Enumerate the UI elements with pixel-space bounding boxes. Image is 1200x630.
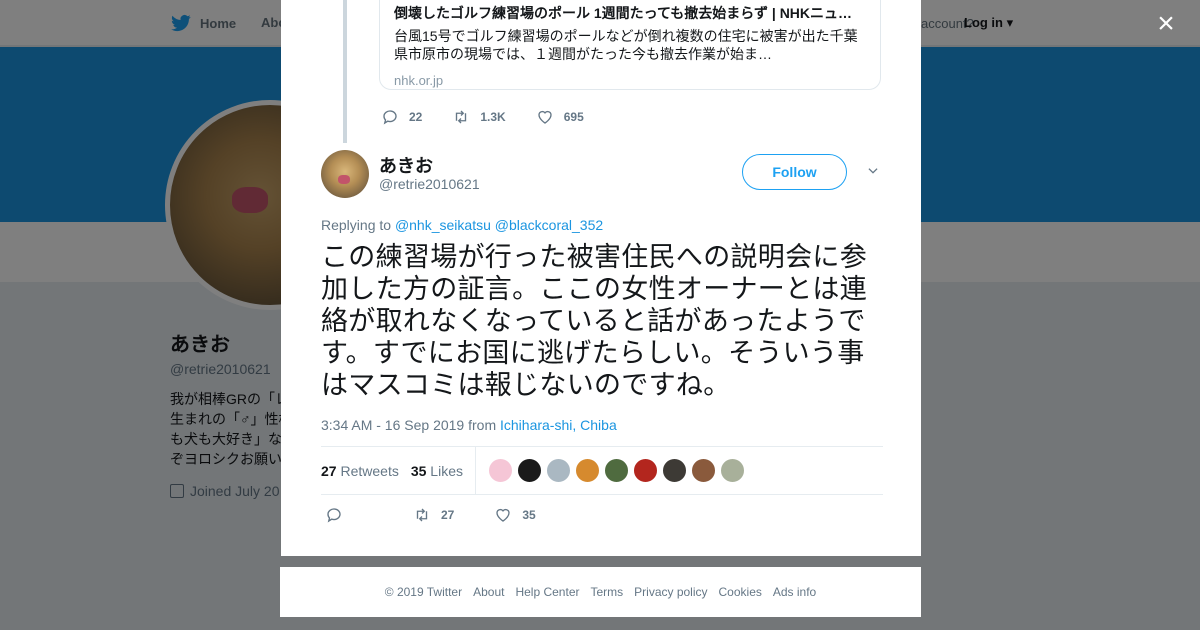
author-name[interactable]: あきお: [379, 152, 433, 178]
like-count: 35: [522, 508, 536, 522]
like-action[interactable]: 35: [494, 506, 536, 524]
liker-avatar[interactable]: [719, 458, 745, 483]
liker-avatar[interactable]: [661, 458, 687, 483]
liker-avatar[interactable]: [574, 458, 600, 483]
liker-avatar[interactable]: [632, 458, 658, 483]
link-preview-card[interactable]: 倒壊したゴルフ練習場のポール 1週間たっても撤去始まらず | NHKニュ… 台風…: [379, 0, 881, 90]
heart-icon: [538, 110, 552, 124]
location-link[interactable]: Ichihara-shi, Chiba: [500, 417, 617, 433]
liker-avatar[interactable]: [487, 458, 513, 483]
chevron-down-icon[interactable]: [866, 164, 880, 178]
liker-avatar[interactable]: [516, 458, 542, 483]
tweet-meta: 3:34 AM - 16 Sep 2019 from Ichihara-shi,…: [321, 417, 617, 433]
reply-icon: [383, 110, 397, 125]
tweet-text: この練習場が行った被害住民への説明会に参加した方の証言。ここの女性オーナーとは連…: [321, 242, 867, 400]
author-avatar[interactable]: [321, 150, 369, 198]
tweet-stats: 27 Retweets 35 Likes: [321, 446, 883, 495]
liker-avatar[interactable]: [690, 458, 716, 483]
liker-avatar[interactable]: [545, 458, 571, 483]
retweet-action[interactable]: 1.3K: [452, 108, 506, 126]
footer-ads-info[interactable]: Ads info: [773, 585, 816, 599]
likes-stat[interactable]: 35 Likes: [411, 463, 463, 479]
mention-link[interactable]: @nhk_seikatsu: [395, 217, 491, 233]
replying-prefix: Replying to: [321, 217, 392, 233]
heart-icon: [496, 508, 511, 522]
mention-link[interactable]: @blackcoral_352: [495, 217, 603, 233]
tweet-actions: 27 35: [325, 506, 576, 524]
parent-tweet-actions: 22 1.3K 695: [381, 108, 614, 126]
retweets-stat[interactable]: 27 Retweets: [321, 463, 399, 479]
retweets-count: 27: [321, 462, 337, 479]
likes-count: 35: [410, 462, 427, 479]
card-description: 台風15号でゴルフ練習場のポールなどが倒れ複数の住宅に被害が出た千葉県市原市の現…: [394, 28, 858, 62]
retweet-action[interactable]: 27: [413, 506, 454, 524]
reply-action[interactable]: [325, 506, 343, 524]
thread-connector: [343, 0, 347, 143]
retweet-count: 27: [441, 508, 455, 522]
likes-label: Likes: [430, 462, 463, 479]
retweet-icon: [456, 110, 467, 124]
follow-button[interactable]: Follow: [742, 154, 847, 190]
footer-cookies[interactable]: Cookies: [719, 585, 762, 599]
tweet-permalink-modal: 倒壊したゴルフ練習場のポール 1週間たっても撤去始まらず | NHKニュ… 台風…: [281, 0, 921, 556]
liker-avatars: [487, 458, 745, 483]
like-action[interactable]: 695: [536, 108, 584, 126]
reply-action[interactable]: 22: [381, 108, 422, 126]
footer-copyright: © 2019 Twitter: [384, 585, 463, 599]
footer: © 2019 Twitter About Help Center Terms P…: [280, 567, 921, 617]
footer-privacy[interactable]: Privacy policy: [634, 585, 707, 599]
stats-divider: [474, 446, 476, 495]
footer-help-center[interactable]: Help Center: [515, 585, 579, 599]
replying-to: Replying to @nhk_seikatsu @blackcoral_35…: [321, 217, 603, 233]
retweet-count: 1.3K: [480, 110, 506, 124]
card-domain: nhk.or.jp: [394, 73, 444, 88]
card-title: 倒壊したゴルフ練習場のポール 1週間たっても撤去始まらず | NHKニュ…: [394, 5, 853, 21]
liker-avatar[interactable]: [603, 458, 629, 483]
tweet-timestamp[interactable]: 3:34 AM - 16 Sep 2019: [321, 417, 464, 433]
author-handle[interactable]: @retrie2010621: [379, 176, 480, 192]
retweet-icon: [416, 508, 428, 522]
footer-about[interactable]: About: [473, 585, 504, 599]
from-label: from: [468, 417, 497, 433]
footer-terms[interactable]: Terms: [590, 585, 623, 599]
like-count: 695: [563, 110, 584, 124]
reply-icon: [327, 508, 341, 523]
close-icon[interactable]: ×: [1152, 9, 1180, 39]
retweets-label: Retweets: [340, 462, 399, 479]
reply-count: 22: [409, 110, 423, 124]
